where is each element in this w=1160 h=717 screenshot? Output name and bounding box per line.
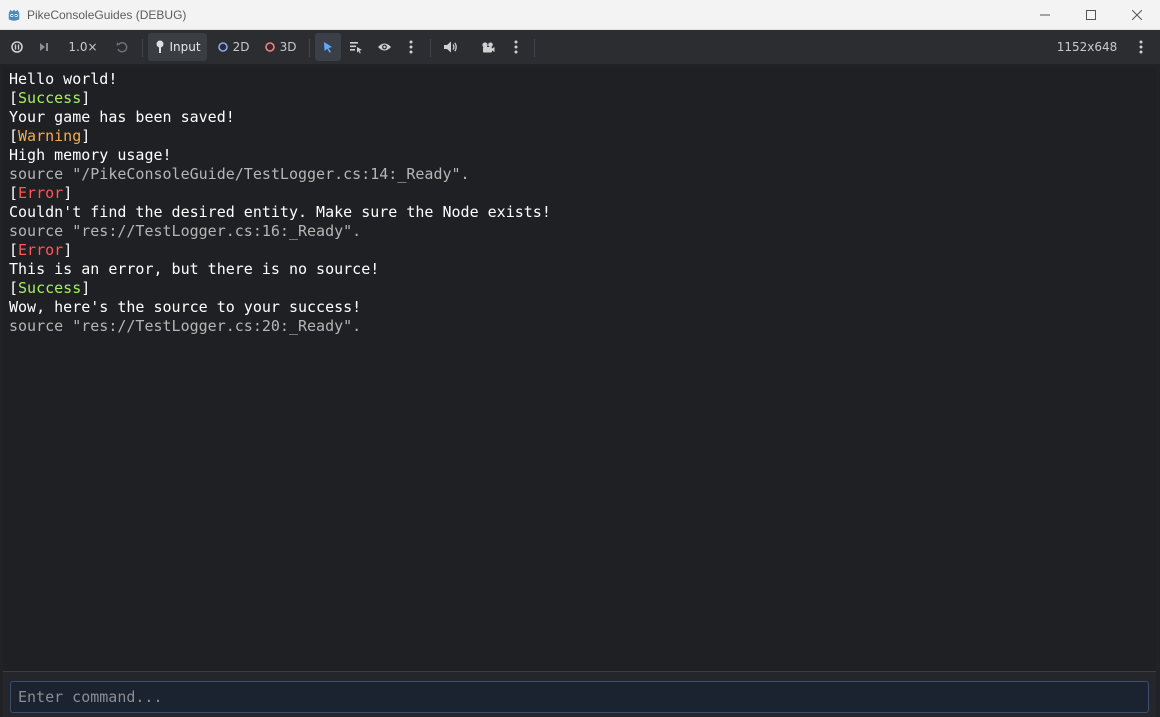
warning-tag: Warning — [18, 127, 82, 145]
success-tag: Success — [18, 89, 82, 107]
reset-icon — [116, 41, 128, 53]
log-tag-line: [Success] — [9, 279, 91, 297]
input-mode-button[interactable]: Input — [148, 33, 207, 61]
cursor-arrow-icon — [324, 42, 332, 53]
log-text: This is an error, but there is no source… — [9, 260, 380, 278]
eye-icon — [377, 43, 391, 51]
command-bar — [3, 671, 1156, 717]
suspend-button[interactable] — [6, 33, 28, 61]
source-text: source "/PikeConsoleGuide/TestLogger.cs:… — [9, 165, 470, 183]
mode-2d-button[interactable]: 2D — [213, 33, 253, 61]
console-output[interactable]: Hello world! [Success] Your game has bee… — [3, 67, 1156, 671]
close-button[interactable] — [1114, 0, 1160, 30]
log-line: Couldn't find the desired entity. Make s… — [9, 203, 1150, 222]
log-text: Wow, here's the source to your success! — [9, 298, 362, 316]
maximize-icon — [1086, 10, 1096, 20]
app-window: PikeConsoleGuides (DEBUG) 1.0× Input 2D … — [0, 0, 1160, 717]
kebab-menu-icon — [514, 40, 518, 54]
log-line: This is an error, but there is no source… — [9, 260, 1150, 279]
minimize-icon — [1040, 14, 1050, 16]
mode-3d-label: 3D — [279, 40, 297, 54]
log-source-line: source "/PikeConsoleGuide/TestLogger.cs:… — [9, 165, 1150, 184]
speaker-icon — [443, 41, 457, 53]
window-options-button[interactable] — [1131, 33, 1151, 61]
kebab-menu-icon — [409, 40, 413, 54]
log-line: Wow, here's the source to your success! — [9, 298, 1150, 317]
log-source-line: source "res://TestLogger.cs:16:_Ready". — [9, 222, 1150, 241]
camera-override-button[interactable] — [476, 33, 500, 61]
log-text: Hello world! — [9, 70, 118, 88]
kebab-menu-icon — [1139, 40, 1143, 54]
suspend-icon — [11, 41, 23, 53]
camera-visibility-button[interactable] — [372, 33, 396, 61]
resolution-label-container: 1152x648 — [1048, 33, 1126, 61]
error-tag: Error — [18, 184, 64, 202]
audio-button[interactable] — [438, 33, 462, 61]
source-text: source "res://TestLogger.cs:16:_Ready". — [9, 222, 362, 240]
resolution-label: 1152x648 — [1056, 40, 1118, 54]
select-mode-button[interactable] — [315, 33, 341, 61]
maximize-button[interactable] — [1068, 0, 1114, 30]
input-mode-label: Input — [169, 40, 201, 54]
source-text: source "res://TestLogger.cs:20:_Ready". — [9, 317, 362, 335]
log-line: High memory usage! — [9, 146, 1150, 165]
speed-selector[interactable]: 1.0× — [63, 33, 103, 61]
toolbar-separator — [309, 39, 310, 57]
2d-node-icon — [217, 42, 228, 52]
next-frame-button[interactable] — [33, 33, 55, 61]
next-frame-icon — [40, 43, 48, 51]
log-line: Your game has been saved! — [9, 108, 1150, 127]
game-toolbar: 1.0× Input 2D 3D 1152x648 — [0, 30, 1160, 64]
log-tag-line: [Warning] — [9, 127, 91, 145]
camera-icon — [482, 41, 495, 52]
log-text: High memory usage! — [9, 146, 172, 164]
camera-options-button[interactable] — [506, 33, 526, 61]
success-tag: Success — [18, 279, 82, 297]
list-select-button[interactable] — [344, 33, 368, 61]
mode-2d-label: 2D — [232, 40, 250, 54]
log-text: Your game has been saved! — [9, 108, 235, 126]
window-title: PikeConsoleGuides (DEBUG) — [27, 7, 187, 22]
log-tag-line: [Success] — [9, 89, 91, 107]
toolbar-separator — [142, 39, 143, 57]
error-tag: Error — [18, 241, 64, 259]
3d-node-icon — [264, 42, 275, 52]
log-source-line: source "res://TestLogger.cs:20:_Ready". — [9, 317, 1150, 336]
speed-label: 1.0× — [68, 40, 98, 54]
log-tag-line: [Error] — [9, 184, 73, 202]
window-controls — [1022, 0, 1160, 30]
list-select-icon — [350, 42, 362, 54]
more-options-button[interactable] — [401, 33, 421, 61]
close-icon — [1132, 10, 1142, 20]
reset-speed-button[interactable] — [111, 33, 133, 61]
godot-icon — [8, 9, 20, 21]
log-line: Hello world! — [9, 70, 1150, 89]
title-bar: PikeConsoleGuides (DEBUG) — [0, 0, 1160, 30]
toolbar-separator — [430, 39, 431, 57]
joystick-icon — [156, 40, 164, 53]
log-text: Couldn't find the desired entity. Make s… — [9, 203, 551, 221]
minimize-button[interactable] — [1022, 0, 1068, 30]
log-tag-line: [Error] — [9, 241, 73, 259]
mode-3d-button[interactable]: 3D — [259, 33, 301, 61]
command-input[interactable] — [10, 681, 1149, 713]
toolbar-separator — [534, 39, 535, 57]
